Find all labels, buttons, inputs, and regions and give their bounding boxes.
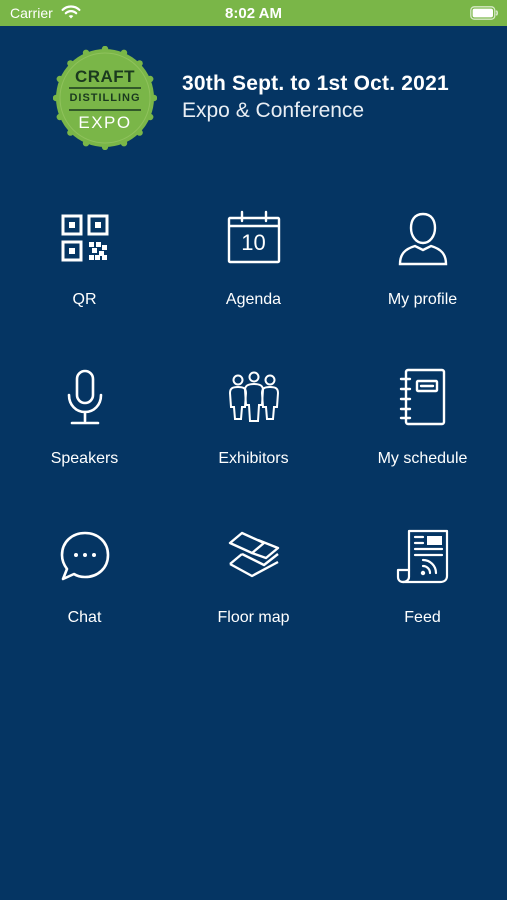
menu-item-speakers[interactable]: Speakers xyxy=(0,359,169,489)
menu-label-agenda: Agenda xyxy=(225,291,282,308)
status-time: 8:02 AM xyxy=(225,5,282,22)
people-group-icon xyxy=(224,367,284,427)
chat-bubble-icon xyxy=(55,526,115,586)
menu-label-chat: Chat xyxy=(67,609,102,626)
menu-label-my-profile: My profile xyxy=(387,291,458,308)
menu-label-floor-map: Floor map xyxy=(217,609,290,626)
battery-icon xyxy=(470,6,499,20)
logo-text-distilling: DISTILLING xyxy=(69,92,141,104)
qr-code-icon xyxy=(55,208,115,268)
event-dates: 30th Sept. to 1st Oct. 2021 xyxy=(182,72,449,95)
logo-text-expo: EXPO xyxy=(78,113,132,132)
layers-map-icon xyxy=(224,526,284,586)
user-icon xyxy=(393,208,453,268)
logo-text-craft: CRAFT xyxy=(74,67,136,86)
menu-label-exhibitors: Exhibitors xyxy=(218,450,289,467)
menu-item-exhibitors[interactable]: Exhibitors xyxy=(169,359,338,489)
menu-label-feed: Feed xyxy=(404,609,441,626)
menu-label-speakers: Speakers xyxy=(50,450,119,467)
event-subtitle: Expo & Conference xyxy=(182,99,365,122)
menu-item-my-profile[interactable]: My profile xyxy=(338,200,507,330)
notebook-icon xyxy=(393,367,453,427)
menu-item-floor-map[interactable]: Floor map xyxy=(169,518,338,648)
menu-item-qr[interactable]: QR xyxy=(0,200,169,330)
menu-label-qr: QR xyxy=(72,291,97,308)
news-feed-icon xyxy=(393,526,453,586)
event-header: CRAFT DISTILLING EXPO 30th Sept. to 1st … xyxy=(0,26,507,176)
menu-item-my-schedule[interactable]: My schedule xyxy=(338,359,507,489)
craft-distilling-expo-logo: CRAFT DISTILLING EXPO xyxy=(53,46,157,150)
calendar-day: 10 xyxy=(241,230,266,255)
calendar-icon: 10 xyxy=(224,208,284,268)
menu-item-chat[interactable]: Chat xyxy=(0,518,169,648)
menu-item-agenda[interactable]: 10 Agenda xyxy=(169,200,338,330)
menu-label-my-schedule: My schedule xyxy=(377,450,468,467)
status-bar: Carrier 8:02 AM xyxy=(0,0,507,26)
microphone-icon xyxy=(55,367,115,427)
menu-item-feed[interactable]: Feed xyxy=(338,518,507,648)
